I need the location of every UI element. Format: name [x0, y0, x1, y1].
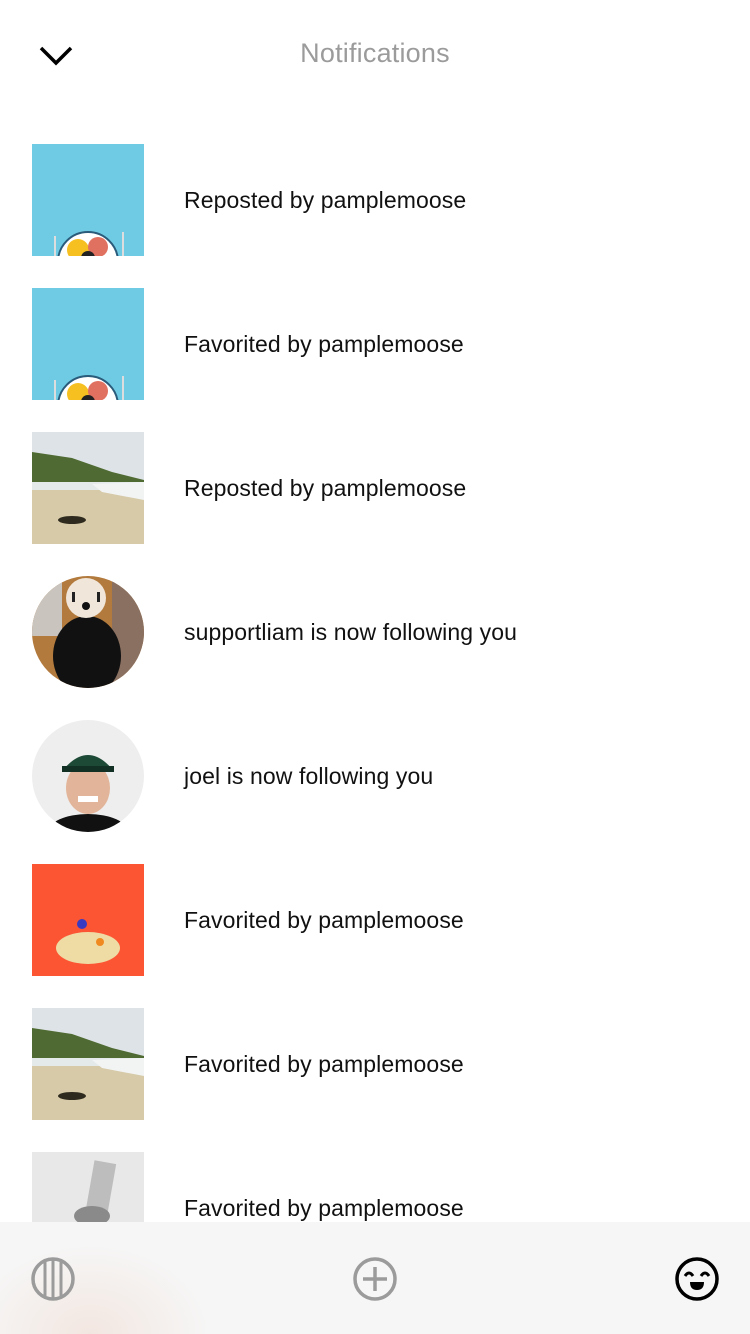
- notification-text: Favorited by pamplemoose: [184, 906, 464, 933]
- tab-feed[interactable]: [28, 1254, 78, 1304]
- notification-list: Reposted by pamplemoose Favorited by pam…: [0, 144, 750, 1296]
- user-avatar[interactable]: [32, 576, 144, 688]
- notification-text: supportliam is now following you: [184, 618, 518, 645]
- notification-item[interactable]: Favorited by pamplemoose: [0, 1008, 750, 1120]
- notification-text: Reposted by pamplemoose: [184, 474, 467, 501]
- plus-circle-icon: [353, 1257, 397, 1301]
- post-thumbnail[interactable]: [32, 432, 144, 544]
- notification-item[interactable]: Reposted by pamplemoose: [0, 144, 750, 256]
- columns-circle-icon: [31, 1257, 75, 1301]
- header: Notifications: [0, 0, 750, 110]
- notification-item[interactable]: Favorited by pamplemoose: [0, 864, 750, 976]
- notification-item[interactable]: Favorited by pamplemoose: [0, 288, 750, 400]
- page-title: Notifications: [300, 38, 450, 68]
- post-thumbnail[interactable]: [32, 144, 144, 256]
- user-avatar[interactable]: [32, 720, 144, 832]
- post-thumbnail[interactable]: [32, 1008, 144, 1120]
- post-thumbnail[interactable]: [32, 288, 144, 400]
- tab-profile[interactable]: [672, 1254, 722, 1304]
- notification-item[interactable]: Reposted by pamplemoose: [0, 432, 750, 544]
- tab-create[interactable]: [350, 1254, 400, 1304]
- notification-item[interactable]: supportliam is now following you: [0, 576, 750, 688]
- notification-text: Favorited by pamplemoose: [184, 1050, 464, 1077]
- smiley-face-icon: [675, 1257, 719, 1301]
- tab-bar: [0, 1222, 750, 1334]
- post-thumbnail[interactable]: [32, 864, 144, 976]
- notification-item[interactable]: joel is now following you: [0, 720, 750, 832]
- notification-text: joel is now following you: [184, 762, 434, 789]
- notification-text: Reposted by pamplemoose: [184, 186, 467, 213]
- notification-text: Favorited by pamplemoose: [184, 330, 464, 357]
